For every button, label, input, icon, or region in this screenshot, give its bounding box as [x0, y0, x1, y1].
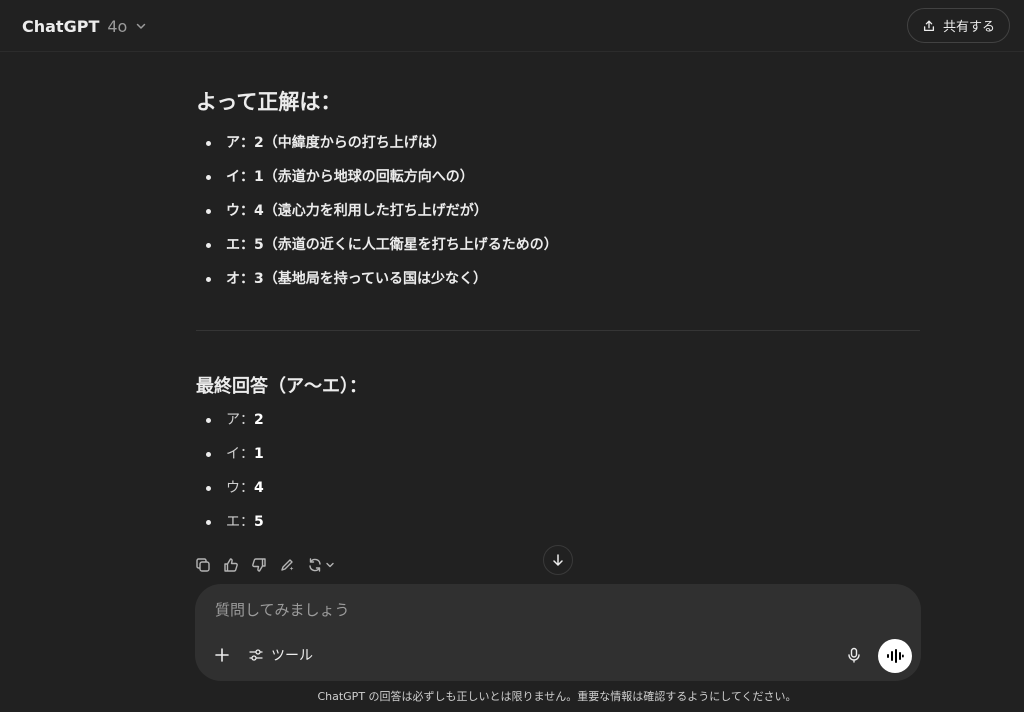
share-label: 共有する — [942, 20, 995, 35]
edit-in-canvas-button[interactable] — [278, 556, 296, 574]
share-icon — [923, 20, 935, 31]
answer-list: ア：2（中緯度からの打ち上げは） イ：1（赤道から地球の回転方向への） ウ：4（… — [196, 126, 558, 296]
item-value: 2 — [254, 412, 264, 428]
list-item: ア：2 — [196, 403, 264, 437]
dictate-button[interactable] — [843, 644, 865, 666]
regenerate-button[interactable] — [306, 556, 336, 574]
thumbs-down-button[interactable] — [250, 556, 268, 574]
item-key: イ： — [226, 446, 254, 462]
share-button[interactable]: 共有する — [906, 8, 1010, 43]
composer: ツール — [195, 584, 921, 681]
thumbs-up-icon — [224, 558, 238, 572]
item-value: 4 — [254, 480, 264, 496]
copy-icon — [196, 558, 210, 572]
list-item: エ：5（赤道の近くに人工衛星を打ち上げるための） — [196, 228, 558, 262]
final-answer-heading: 最終回答（ア〜エ）： — [196, 376, 367, 397]
arrow-down-icon — [553, 554, 563, 566]
final-answer-list: ア：2 イ：1 ウ：4 エ：5 — [196, 403, 264, 539]
tools-button[interactable]: ツール — [245, 642, 317, 668]
scroll-to-bottom-button[interactable] — [543, 545, 573, 575]
divider — [196, 330, 920, 331]
list-item: オ：3（基地局を持っている国は少なく） — [196, 262, 558, 296]
list-item: ウ：4 — [196, 471, 264, 505]
list-item: ア：2（中緯度からの打ち上げは） — [196, 126, 558, 160]
plus-icon — [215, 648, 229, 662]
disclaimer-text: ChatGPT の回答は必ずしも正しいとは限りません。重要な情報は確認するように… — [317, 690, 797, 703]
tools-label: ツール — [271, 648, 313, 664]
list-item: ウ：4（遠心力を利用した打ち上げだが） — [196, 194, 558, 228]
answer-heading: よって正解は： — [196, 90, 342, 114]
add-attachment-button[interactable] — [209, 642, 235, 668]
list-item: イ：1 — [196, 437, 264, 471]
item-value: 1 — [254, 446, 264, 462]
copy-button[interactable] — [194, 556, 212, 574]
top-bar: ChatGPT 4o 共有する — [0, 0, 1024, 52]
model-version: 4o — [107, 16, 128, 36]
voice-mode-button[interactable] — [878, 639, 912, 673]
list-item: イ：1（赤道から地球の回転方向への） — [196, 160, 558, 194]
message-actions — [194, 554, 336, 576]
item-key: エ： — [226, 514, 254, 530]
sliders-icon — [249, 649, 263, 661]
model-selector[interactable]: ChatGPT 4o — [14, 10, 155, 42]
thumbs-down-icon — [252, 558, 266, 572]
prompt-input[interactable] — [215, 598, 855, 622]
chat-app: ChatGPT 4o 共有する よって正解は： ア：2（中緯度からの打ち上げは）… — [0, 0, 1024, 712]
chevron-down-icon — [137, 23, 146, 29]
edit-canvas-icon — [281, 559, 294, 571]
chevron-down-icon — [326, 562, 334, 568]
model-name: ChatGPT — [22, 16, 100, 36]
microphone-icon — [848, 647, 860, 663]
item-key: ア： — [226, 412, 254, 428]
item-value: 5 — [254, 514, 264, 530]
waveform-icon — [887, 649, 904, 663]
regenerate-icon — [309, 558, 321, 572]
list-item: エ：5 — [196, 505, 264, 539]
item-key: ウ： — [226, 480, 254, 496]
thumbs-up-button[interactable] — [222, 556, 240, 574]
